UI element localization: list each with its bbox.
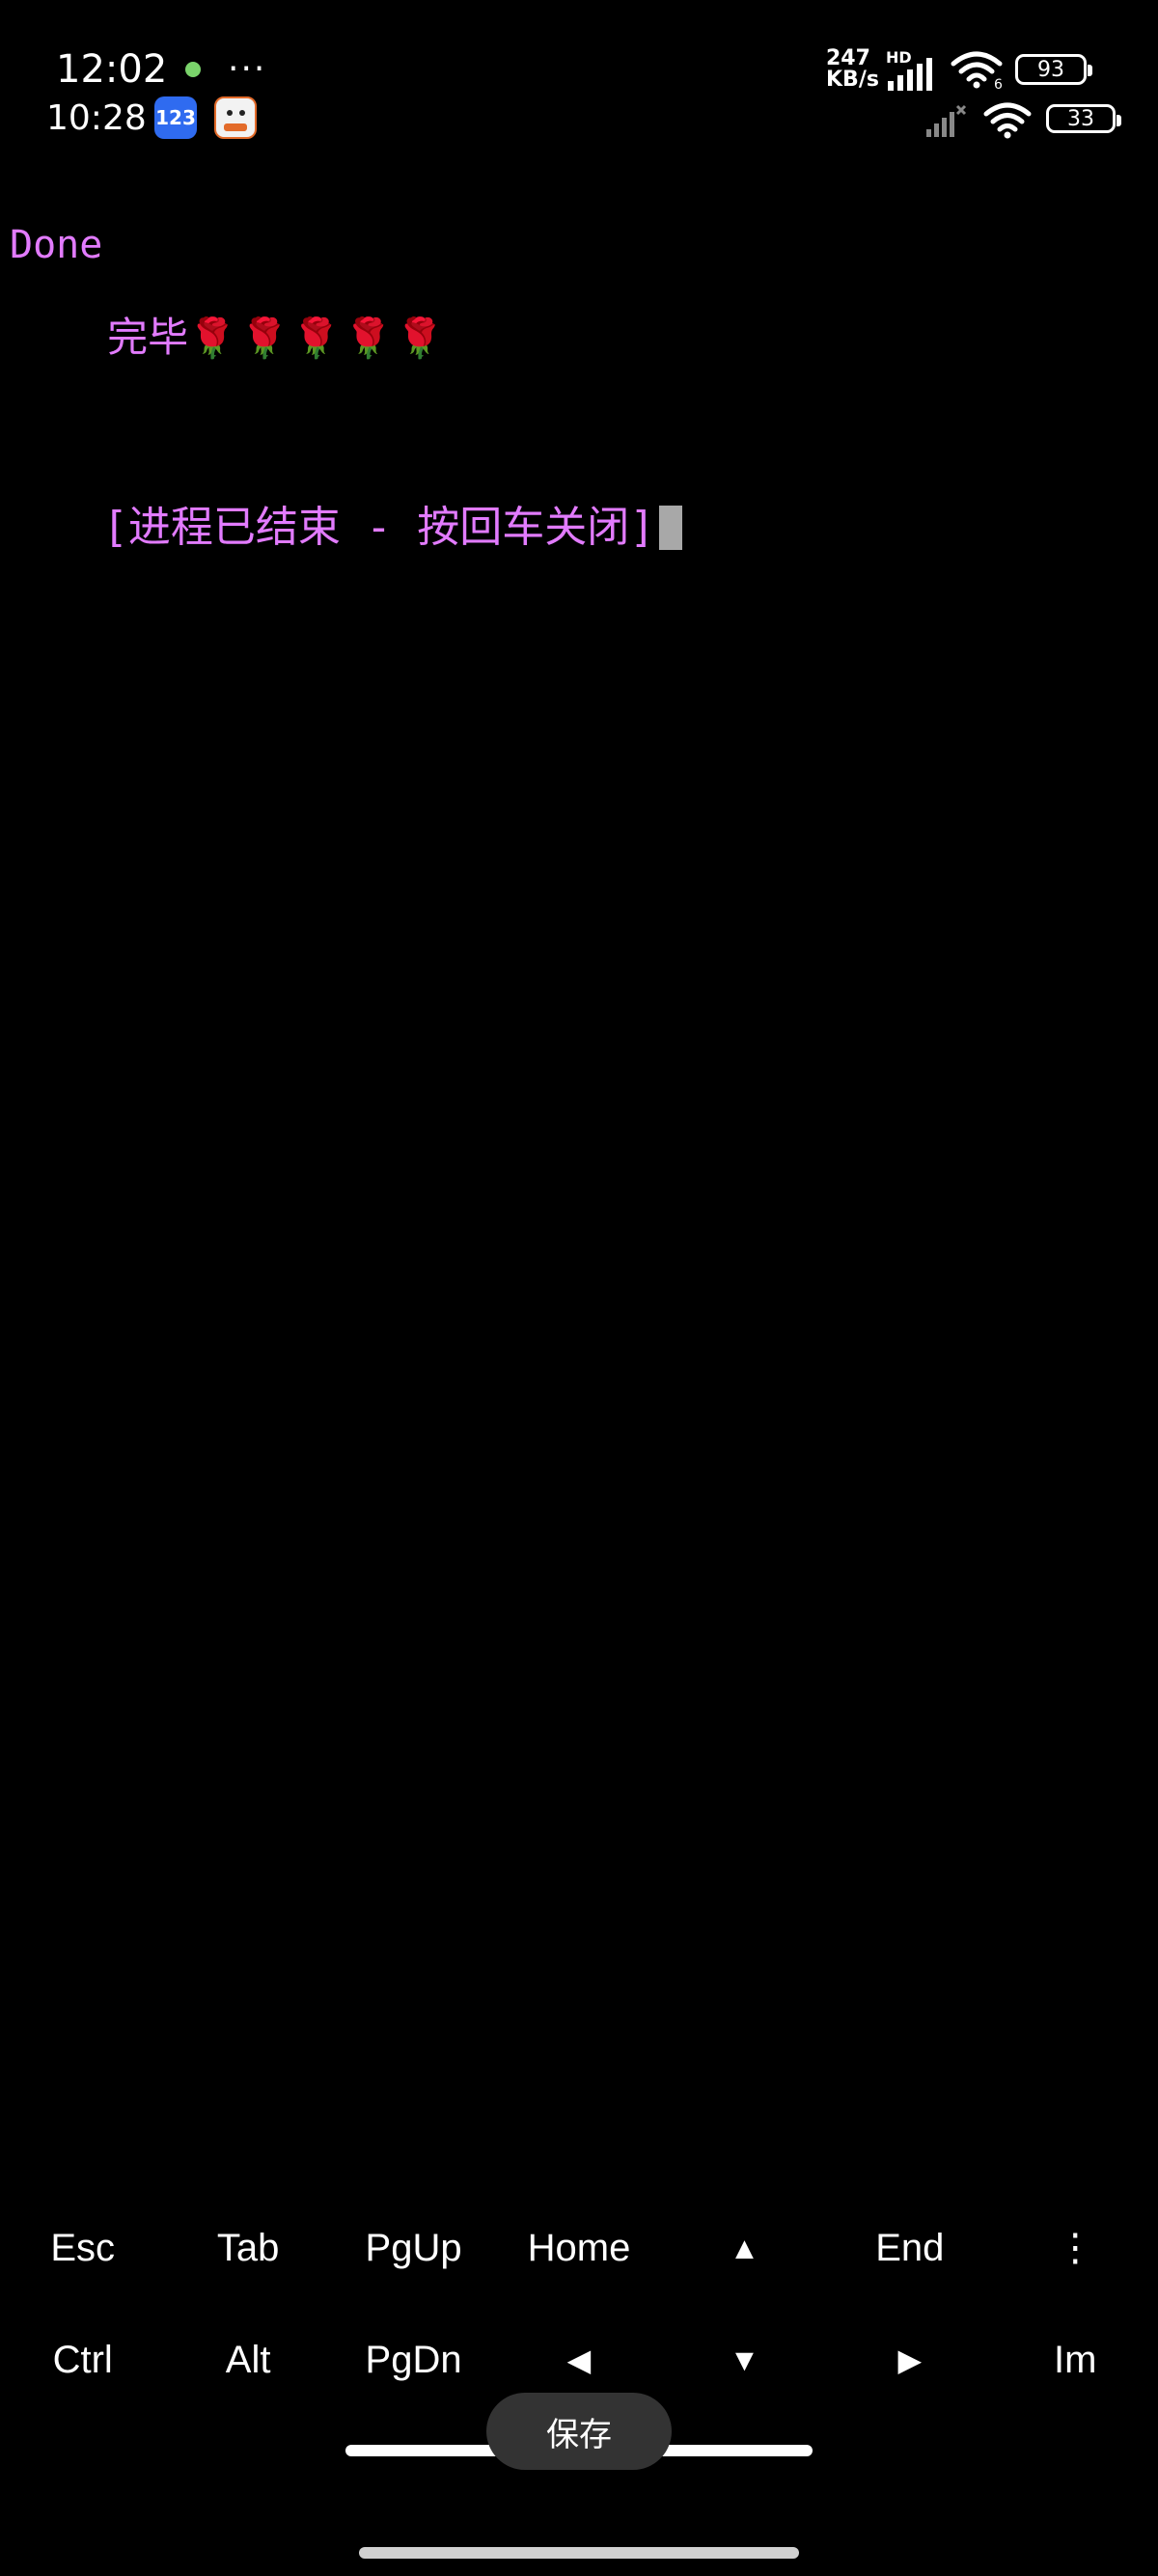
key-pgup[interactable]: PgUp [331,2192,496,2304]
key-ctrl[interactable]: Ctrl [0,2304,165,2416]
key-arrow-up-icon[interactable]: ▲ [662,2192,827,2304]
cell-signal-icon [888,58,932,91]
key-pgdn[interactable]: PgDn [331,2304,496,2416]
home-indicator[interactable] [359,2547,799,2559]
key-arrow-down-icon[interactable]: ▼ [662,2304,827,2416]
terminal-cursor [658,506,682,550]
wifi-secondary-icon [983,102,1032,139]
battery-icon-secondary: 33 [1046,104,1121,133]
save-button[interactable]: 保存 [486,2393,672,2470]
key-arrow-right-icon[interactable]: ▶ [827,2304,992,2416]
network-speed-value: 247 [826,46,870,70]
cell-signal-no-service-icon [926,104,967,137]
terminal-line-done: Done [10,223,103,267]
status-bar: 12:02 ··· 10:28 123 247 KB/s HD 6 93 33 [0,0,1158,154]
key-tab[interactable]: Tab [165,2192,330,2304]
terminal-line-finished: 完毕🌹🌹🌹🌹🌹 [10,268,1148,408]
terminal-output[interactable]: Done 完毕🌹🌹🌹🌹🌹 [进程已结束 - 按回车关闭] [10,222,1148,601]
app-123-icon: 123 [154,96,197,139]
wifi-icon: 6 [951,51,1003,89]
network-speed-unit: KB/s [826,68,879,92]
status-time-secondary: 10:28 [46,98,147,138]
app-mascot-icon [214,96,257,139]
key-alt[interactable]: Alt [165,2304,330,2416]
more-notifications-icon: ··· [228,49,267,89]
notification-dot-icon [185,62,201,77]
status-time-primary: 12:02 [56,47,168,92]
key-esc[interactable]: Esc [0,2192,165,2304]
key-input-method[interactable]: Im [993,2304,1158,2416]
network-speed: 247 KB/s [826,48,879,91]
key-end[interactable]: End [827,2192,992,2304]
extra-keys-bar: Esc Tab PgUp Home ▲ End ⋮ Ctrl Alt PgDn … [0,2192,1158,2416]
process-ended-message: [进程已结束 - 按回车关闭] [102,503,655,552]
battery-icon-primary: 93 [1015,54,1092,85]
key-home[interactable]: Home [496,2192,661,2304]
wifi-band-label: 6 [994,77,1003,89]
battery-level-secondary: 33 [1067,106,1094,131]
key-more-menu-icon[interactable]: ⋮ [993,2192,1158,2304]
extra-keys-row-1: Esc Tab PgUp Home ▲ End ⋮ [0,2192,1158,2304]
terminal-finished-text: 完毕 [107,314,189,361]
rose-emoji-icons: 🌹🌹🌹🌹🌹 [188,316,449,361]
battery-level-primary: 93 [1037,57,1064,82]
terminal-line-process-ended: [进程已结束 - 按回车关闭] [10,454,1148,601]
